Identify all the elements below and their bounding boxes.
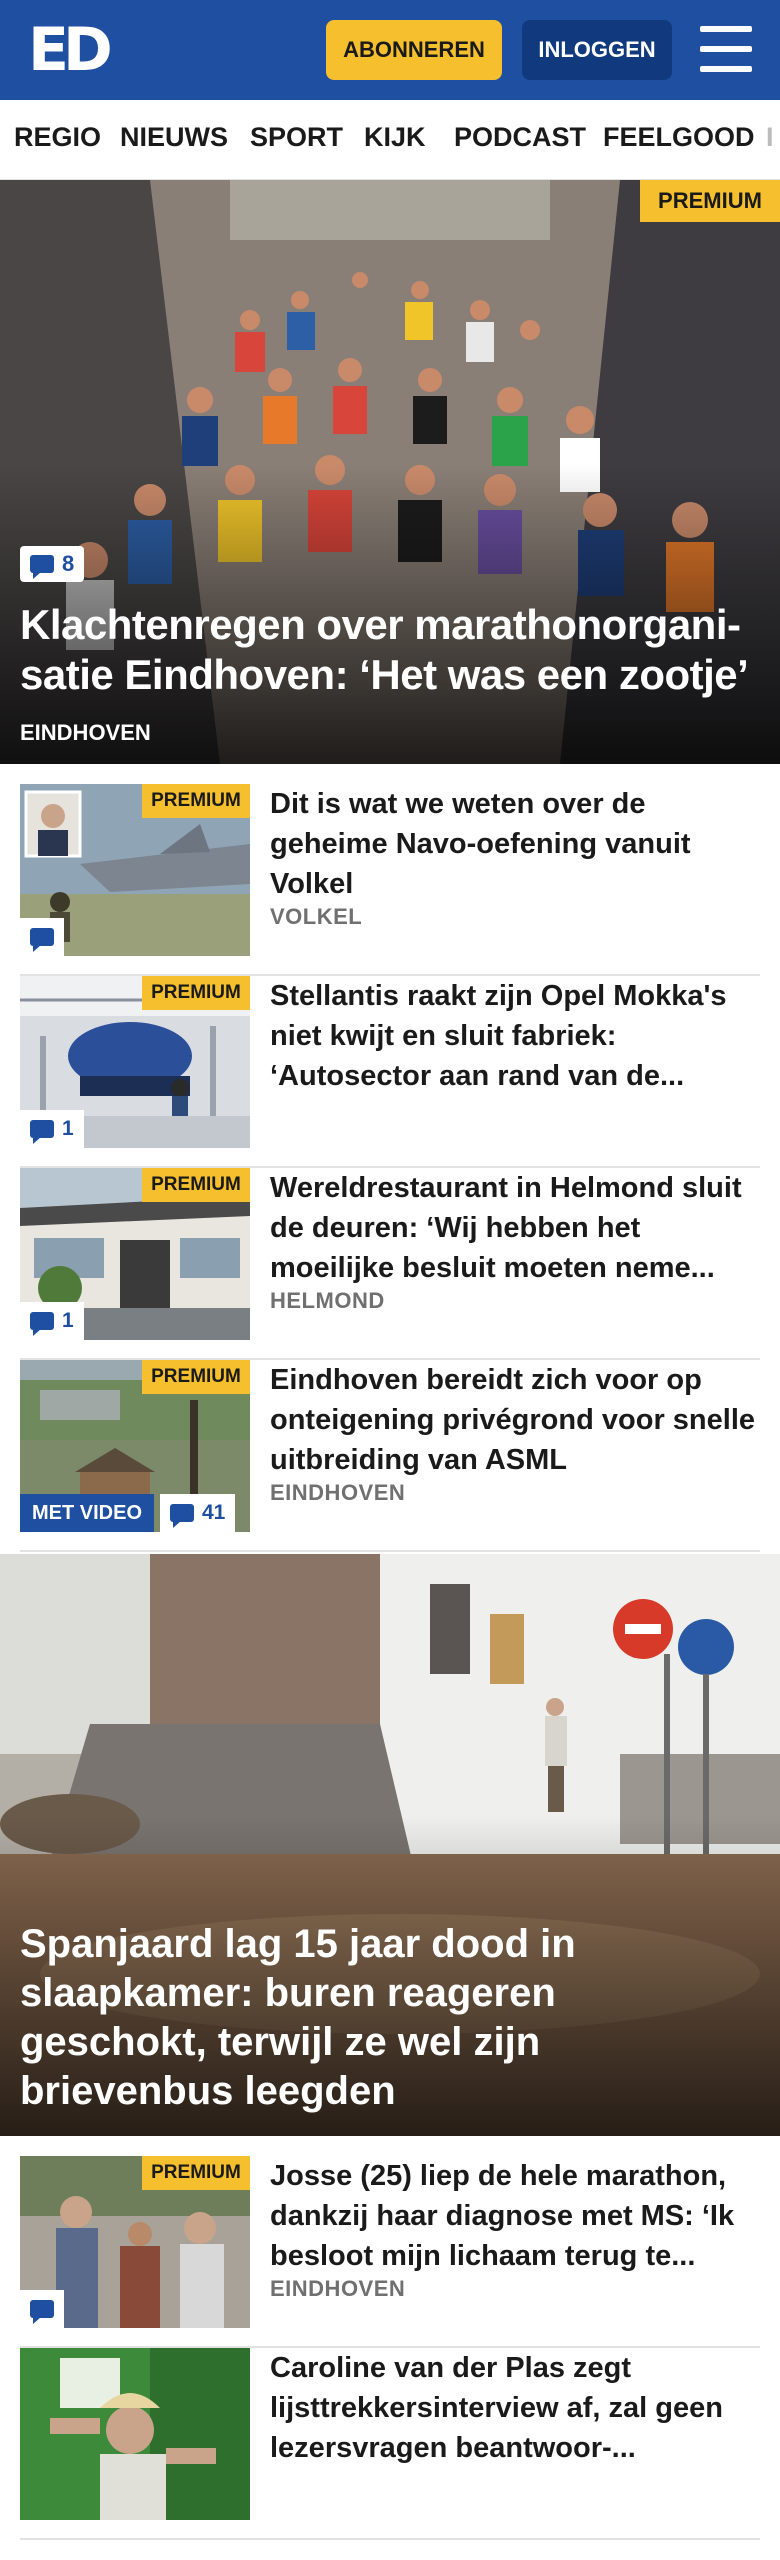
subscribe-button[interactable]: ABONNEREN: [326, 20, 502, 80]
hamburger-menu-icon[interactable]: [700, 26, 752, 72]
nav-item-feelgood[interactable]: FEELGOOD: [603, 122, 755, 153]
article-image: [20, 2348, 250, 2520]
video-badge[interactable]: MET VIDEO: [20, 1494, 155, 1532]
comment-count: 1: [62, 1117, 74, 1140]
article-thumbnail[interactable]: PREMIUM 1: [20, 1168, 250, 1340]
comment-count-badge[interactable]: 8: [20, 546, 85, 582]
hero-headline[interactable]: Klachtenregen over marathonorgani-satie …: [20, 600, 760, 700]
article-headline[interactable]: Eindhoven bereidt zich voor op onteigeni…: [270, 1360, 760, 1480]
article-category[interactable]: EINDHOVEN: [270, 1480, 405, 1506]
article-headline[interactable]: Josse (25) liep de hele marathon, dankzi…: [270, 2156, 760, 2276]
comment-count-badge[interactable]: 1: [20, 1302, 84, 1340]
article-headline[interactable]: Stellantis raakt zijn Opel Mokka's niet …: [270, 976, 760, 1096]
article-category[interactable]: HELMOND: [270, 1288, 385, 1314]
hero-article[interactable]: PREMIUM 8 Klachtenregen over marathonorg…: [0, 180, 780, 764]
article-thumbnail[interactable]: PREMIUM: [20, 784, 250, 956]
article-headline[interactable]: Caroline van der Plas zegt lijsttrekkers…: [270, 2348, 760, 2468]
list-item[interactable]: PREMIUM MET VIDEO 41 Eindhoven bereidt z…: [20, 1360, 760, 1552]
comment-bubble-icon: [30, 555, 54, 579]
comment-count-badge[interactable]: 41: [160, 1494, 236, 1532]
comment-bubble-icon: [30, 2300, 54, 2324]
premium-badge: PREMIUM: [142, 976, 250, 1010]
nav-item-overflow[interactable]: I: [766, 122, 774, 153]
article-thumbnail[interactable]: PREMIUM MET VIDEO 41: [20, 1360, 250, 1532]
premium-badge: PREMIUM: [142, 1168, 250, 1202]
nav-item-regio[interactable]: REGIO: [14, 122, 101, 153]
list-item[interactable]: PREMIUM 1 Stellantis raakt zijn Opel Mok…: [20, 976, 760, 1168]
nav-item-sport[interactable]: SPORT: [250, 122, 343, 153]
article-category[interactable]: VOLKEL: [270, 904, 362, 930]
comment-bubble-icon: [30, 1312, 54, 1336]
article-thumbnail[interactable]: PREMIUM: [20, 2156, 250, 2328]
top-bar: ED ABONNEREN INLOGGEN: [0, 0, 780, 100]
premium-badge: PREMIUM: [142, 784, 250, 818]
nav-item-nieuws[interactable]: NIEUWS: [120, 122, 228, 153]
list-item[interactable]: PREMIUM Josse (25) liep de hele marathon…: [20, 2156, 760, 2348]
premium-badge: PREMIUM: [142, 2156, 250, 2190]
article-headline[interactable]: Dit is wat we weten over de geheime Navo…: [270, 784, 760, 904]
article-thumbnail[interactable]: PREMIUM 1: [20, 976, 250, 1148]
featured-headline[interactable]: Spanjaard lag 15 jaar dood in slaapkamer…: [20, 1920, 640, 2116]
article-headline[interactable]: Wereldrestaurant in Helmond sluit de deu…: [270, 1168, 760, 1288]
comment-bubble-icon: [170, 1504, 194, 1528]
nav-item-kijk[interactable]: KIJK: [364, 122, 426, 153]
section-nav: REGIO NIEUWS SPORT KIJK PODCAST FEELGOOD…: [0, 100, 780, 180]
premium-badge: PREMIUM: [142, 1360, 250, 1394]
comment-bubble-icon: [30, 1120, 54, 1144]
login-button[interactable]: INLOGGEN: [522, 20, 672, 80]
comment-count: 41: [202, 1501, 226, 1524]
comment-count-badge[interactable]: [20, 2290, 64, 2328]
article-category[interactable]: EINDHOVEN: [270, 2276, 405, 2302]
article-thumbnail[interactable]: [20, 2348, 250, 2520]
list-item[interactable]: PREMIUM Dit is wat we weten over de gehe…: [20, 784, 760, 976]
site-logo[interactable]: ED: [28, 18, 113, 82]
comment-count: 1: [62, 1309, 74, 1332]
comment-count-badge[interactable]: [20, 918, 64, 956]
comment-bubble-icon: [30, 928, 54, 952]
comment-count: 8: [62, 551, 75, 576]
nav-item-podcast[interactable]: PODCAST: [454, 122, 586, 153]
featured-article[interactable]: Spanjaard lag 15 jaar dood in slaapkamer…: [0, 1554, 780, 2136]
premium-badge: PREMIUM: [640, 180, 780, 222]
list-item[interactable]: Caroline van der Plas zegt lijsttrekkers…: [20, 2348, 760, 2540]
hero-category[interactable]: EINDHOVEN: [20, 720, 151, 746]
comment-count-badge[interactable]: 1: [20, 1110, 84, 1148]
list-item[interactable]: PREMIUM 1 Wereldrestaurant in Helmond sl…: [20, 1168, 760, 1360]
